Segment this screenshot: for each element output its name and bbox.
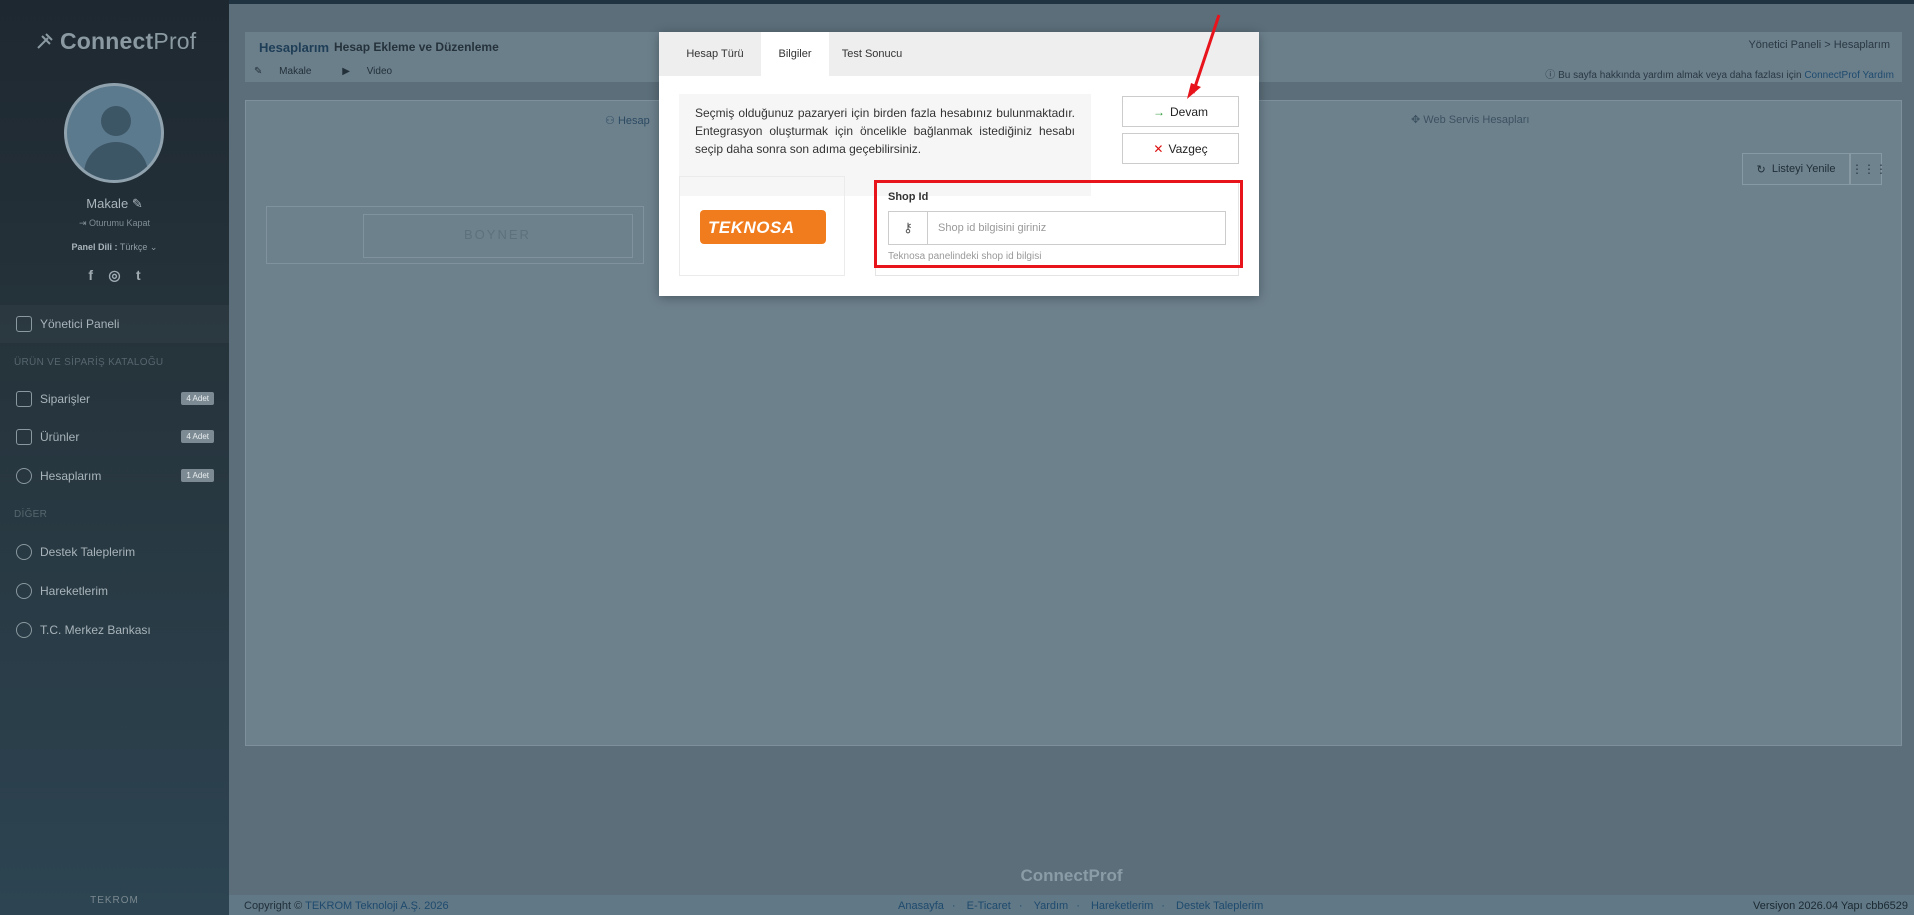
accounts-icon (16, 468, 32, 484)
company-link[interactable]: TEKROM Teknoloji A.Ş. 2026 (305, 900, 448, 912)
article-link[interactable]: ✎ Makale (254, 66, 325, 77)
nav-support[interactable]: Destek Taleplerim (0, 533, 229, 571)
move-icon: ✥ (1411, 114, 1421, 126)
page-subtitle: Hesap Ekleme ve Düzenleme (334, 40, 499, 54)
footer: Copyright © TEKROM Teknoloji A.Ş. 2026 A… (229, 895, 1914, 915)
breadcrumb[interactable]: Yönetici Paneli > Hesaplarım (1748, 39, 1890, 51)
help-note: ⓘ Bu sayfa hakkında yardım almak veya da… (1545, 70, 1894, 81)
nav-section-other: DİĞER (14, 509, 48, 520)
video-link[interactable]: ▶ Video (342, 66, 406, 77)
info-text: Seçmiş olduğunuz pazaryeri için birden f… (695, 106, 1075, 156)
accounts-icon: ⚇ (605, 115, 615, 127)
nav-orders[interactable]: Siparişler 4 Adet (0, 380, 229, 418)
nav-accounts[interactable]: Hesaplarım 1 Adet (0, 457, 229, 495)
highlight-annotation-box (874, 180, 1243, 268)
nav-products[interactable]: Ürünler 4 Adet (0, 418, 229, 456)
products-count-badge: 4 Adet (181, 430, 214, 443)
teknosa-logo: TEKNOSA (700, 210, 826, 244)
top-accent-bar (0, 0, 1914, 4)
sidebar-footer-brand: TEKROM (90, 895, 139, 906)
tab-details[interactable]: Bilgiler (761, 32, 829, 76)
page-title[interactable]: Hesaplarım (259, 40, 329, 55)
grid-icon: ⋮⋮⋮ (1851, 162, 1887, 176)
footer-link-help[interactable]: Yardım (1034, 900, 1069, 912)
refresh-icon: ↻ (1756, 163, 1766, 176)
avatar[interactable] (64, 83, 164, 183)
dashboard-icon (16, 316, 32, 332)
pencil-icon: ✎ (254, 66, 263, 77)
footer-link-ecommerce[interactable]: E-Ticaret (967, 900, 1011, 912)
cart-icon (16, 391, 32, 407)
footer-link-activity[interactable]: Hareketlerim (1091, 900, 1153, 912)
panel-language[interactable]: Panel Dili : Türkçe ⌄ (0, 242, 229, 253)
plug-icon (37, 33, 53, 49)
marketplace-logos-strip[interactable]: BOYNER (266, 206, 644, 264)
video-icon: ▶ (342, 66, 350, 77)
tab-test-result[interactable]: Test Sonucu (831, 32, 913, 76)
orders-count-badge: 4 Adet (181, 392, 214, 405)
tab-web-service-accounts[interactable]: ✥ Web Servis Hesapları (1411, 113, 1529, 126)
continue-button[interactable]: → Devam (1122, 96, 1239, 127)
currency-icon (16, 622, 32, 638)
chevron-down-icon: ⌄ (149, 242, 158, 252)
nav-section-catalog: ÜRÜN VE SİPARİŞ KATALOĞU (14, 357, 164, 368)
logout-icon: ⇥ (78, 218, 87, 228)
version-info: Versiyon 2026.04 Yapı cbb6529 (1753, 900, 1908, 912)
nav-activity[interactable]: Hareketlerim (0, 572, 229, 610)
marketplace-logo: BOYNER (363, 214, 633, 258)
marketplace-logo-card: TEKNOSA (679, 176, 845, 276)
sidebar: ConnectProf Makale ✎ ⇥ Oturumu Kapat Pan… (0, 0, 229, 915)
social-links: f ◎ t (0, 267, 229, 284)
nav-dashboard[interactable]: Yönetici Paneli (0, 305, 229, 343)
arrow-right-icon: → (1152, 104, 1165, 119)
close-icon: ✕ (1153, 141, 1164, 156)
footer-links: Anasayfa · E-Ticaret · Yardım · Hareketleri… (898, 900, 1264, 912)
page-links: ✎ Makale ▶ Video (254, 66, 420, 77)
tab-account-type[interactable]: Hesap Türü (672, 32, 758, 76)
tab-accounts[interactable]: ⚇ Hesap (605, 114, 650, 127)
nav-central-bank[interactable]: T.C. Merkez Bankası (0, 611, 229, 649)
help-link[interactable]: ConnectProf Yardım (1804, 70, 1894, 81)
twitter-icon[interactable]: t (136, 267, 141, 283)
modal-tabs: Hesap Türü Bilgiler Test Sonucu (659, 32, 1259, 76)
brand-logo[interactable]: ConnectProf (34, 28, 196, 55)
activity-icon (16, 583, 32, 599)
footer-link-support[interactable]: Destek Taleplerim (1176, 900, 1263, 912)
copyright: Copyright © TEKROM Teknoloji A.Ş. 2026 (244, 900, 449, 912)
info-icon: ⓘ (1545, 70, 1556, 81)
help-circle-icon (16, 544, 32, 560)
grid-view-button[interactable]: ⋮⋮⋮ (1850, 153, 1887, 185)
facebook-icon[interactable]: f (88, 267, 93, 283)
logout-link[interactable]: ⇥ Oturumu Kapat (0, 218, 229, 229)
brand-light: Prof (153, 28, 197, 54)
edit-icon[interactable]: ✎ (132, 196, 143, 211)
teknosa-logo-text: TEKNOSA (708, 218, 795, 237)
footer-brand: ConnectProf (1020, 866, 1123, 885)
brand-bold: Connect (60, 28, 154, 54)
products-icon (16, 429, 32, 445)
footer-link-home[interactable]: Anasayfa (898, 900, 944, 912)
accounts-count-badge: 1 Adet (181, 469, 214, 482)
refresh-list-button[interactable]: ↻ Listeyi Yenile (1742, 153, 1850, 185)
cancel-button[interactable]: ✕ Vazgeç (1122, 133, 1239, 164)
user-name[interactable]: Makale ✎ (0, 196, 229, 212)
instagram-icon[interactable]: ◎ (108, 267, 120, 284)
